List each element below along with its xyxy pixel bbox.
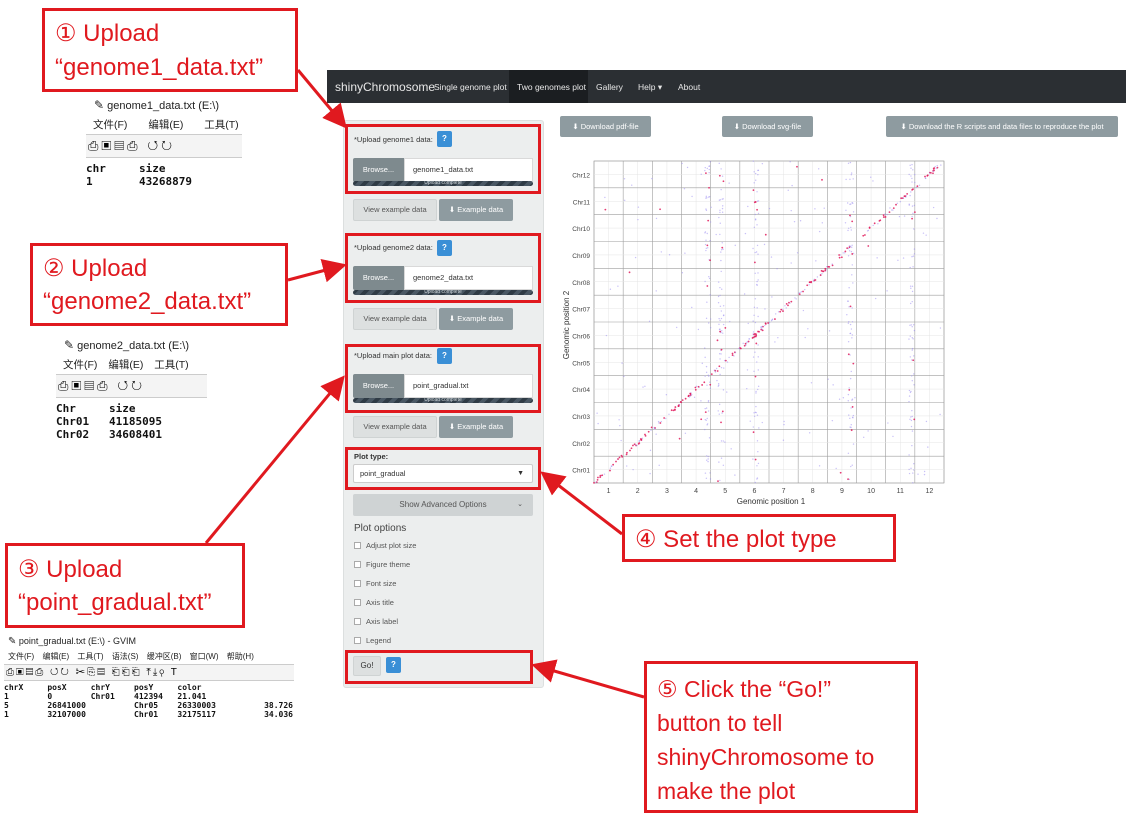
arrow-step3 [204, 375, 345, 544]
arrow-step1 [296, 69, 347, 129]
annotation-arrows [204, 69, 645, 699]
arrow-step4 [540, 471, 623, 536]
arrow-step2 [287, 258, 347, 283]
arrow-step5 [531, 659, 645, 699]
